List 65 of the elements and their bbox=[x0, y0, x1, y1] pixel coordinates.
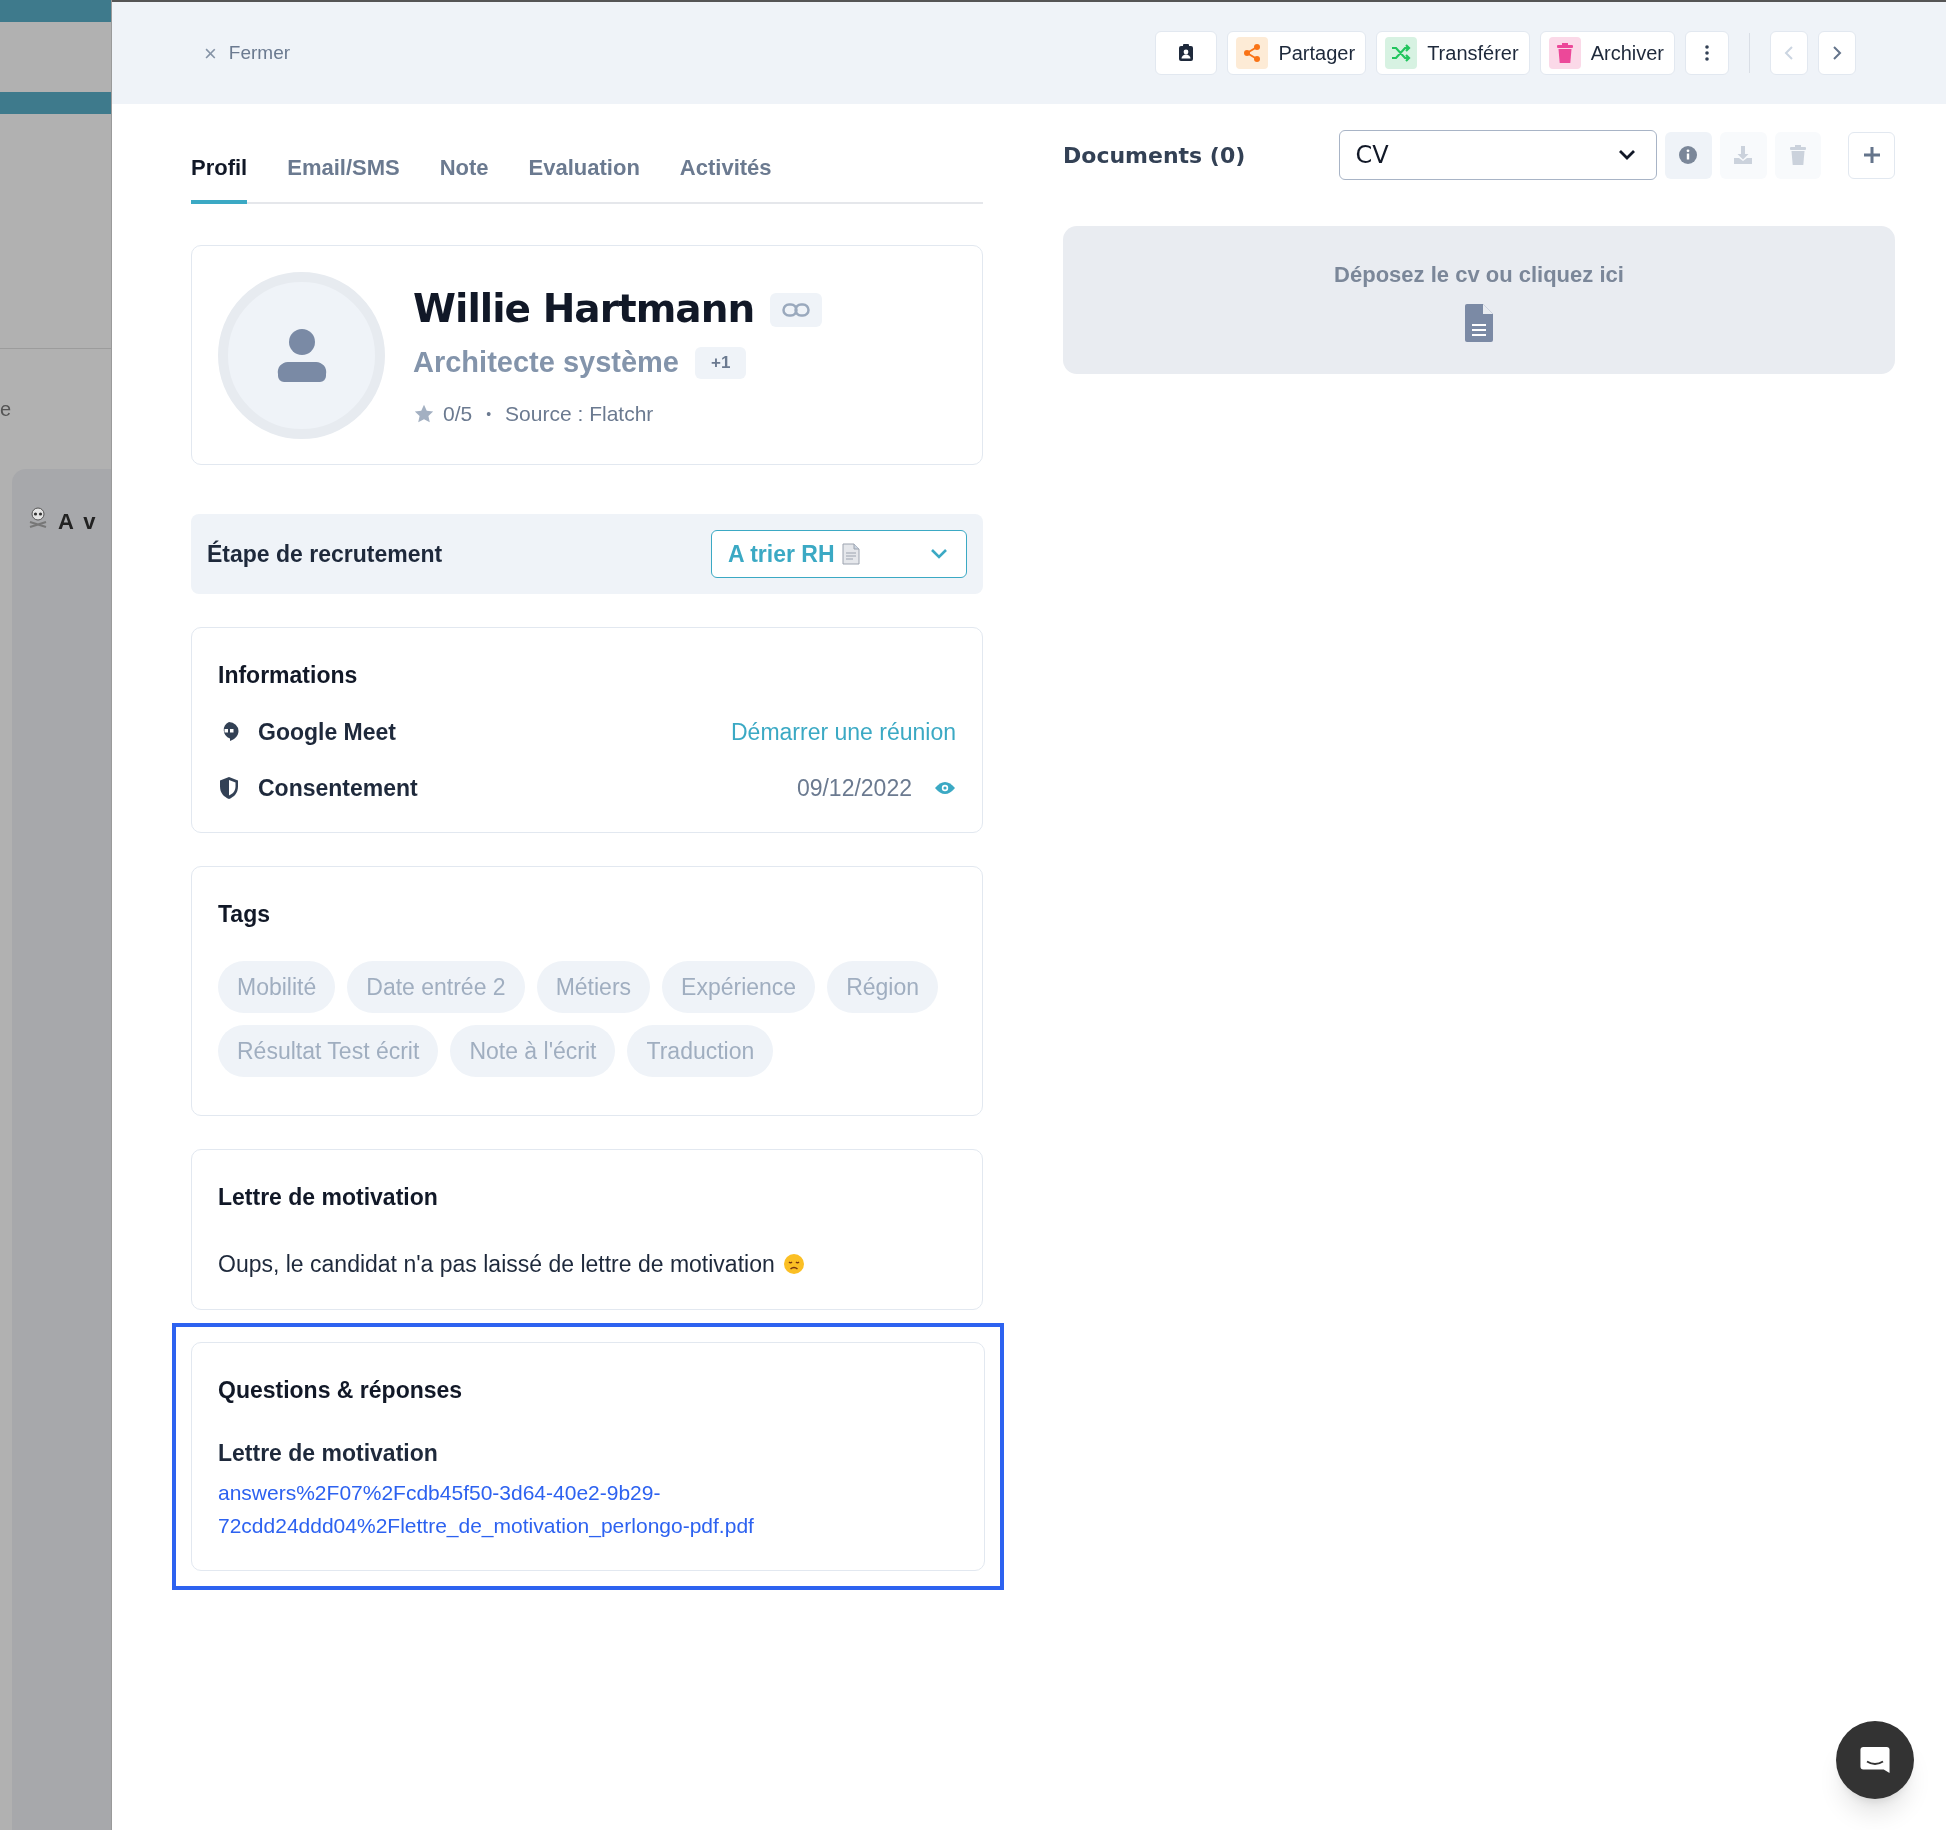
tag: Expérience bbox=[662, 961, 816, 1013]
document-icon bbox=[840, 543, 861, 565]
info-label: Consentement bbox=[258, 774, 418, 803]
info-icon bbox=[1678, 145, 1699, 165]
more-titles-badge: +1 bbox=[695, 346, 747, 379]
answer-link[interactable]: answers%2F07%2Fcdb45f50-3d64-40e2-9b29-72cdd24ddd04%2Flettre_de_motivation_perlongo-pdf.pdf bbox=[218, 1476, 958, 1542]
sad-face-icon bbox=[782, 1252, 805, 1275]
section-title: Tags bbox=[218, 899, 271, 929]
archive-button[interactable]: Archiver bbox=[1539, 31, 1675, 75]
file-icon bbox=[1464, 302, 1494, 343]
backdrop-text: A v bbox=[58, 508, 98, 536]
shield-icon bbox=[218, 776, 240, 801]
trash-icon bbox=[1788, 144, 1807, 166]
eye-icon bbox=[934, 781, 956, 796]
tab[interactable]: Evaluation bbox=[528, 134, 640, 204]
previous-button[interactable] bbox=[1770, 31, 1808, 75]
backdrop-text: e bbox=[0, 397, 12, 422]
plus-icon bbox=[1861, 145, 1882, 165]
documents-title: Documents (0) bbox=[1063, 141, 1247, 170]
contact-button[interactable] bbox=[1155, 31, 1218, 75]
share-button[interactable]: Partager bbox=[1227, 31, 1367, 75]
tab[interactable]: Activités bbox=[679, 134, 772, 204]
star-icon bbox=[413, 403, 435, 425]
cover-letter-text: Oups, le candidat n'a pas laissé de lettre de motivation bbox=[218, 1249, 775, 1279]
consent-date: 09/12/2022 bbox=[796, 774, 912, 803]
tag: Mobilité bbox=[218, 961, 336, 1013]
tag: Traduction bbox=[627, 1025, 774, 1077]
source-text: Source : Flatchr bbox=[505, 401, 654, 428]
stage-label: Étape de recrutement bbox=[207, 539, 443, 569]
candidate-name: Willie Hartmann bbox=[413, 285, 755, 334]
chevron-down-icon bbox=[1618, 149, 1636, 161]
question-label: Lettre de motivation bbox=[218, 1438, 439, 1468]
info-button[interactable] bbox=[1665, 131, 1712, 179]
job-title: Architecte système bbox=[413, 344, 679, 380]
copy-link-button[interactable] bbox=[770, 292, 823, 327]
download-icon bbox=[1732, 144, 1755, 166]
more-button[interactable] bbox=[1685, 31, 1729, 75]
info-label: Google Meet bbox=[258, 717, 396, 747]
separator-dot: • bbox=[486, 404, 492, 424]
chevron-down-icon bbox=[930, 548, 948, 560]
cv-dropzone[interactable]: Déposez le cv ou cliquez ici bbox=[1063, 226, 1895, 374]
tab[interactable]: Note bbox=[439, 134, 489, 204]
tag: Métiers bbox=[536, 961, 651, 1013]
chat-icon bbox=[1859, 1744, 1891, 1776]
start-meeting-link[interactable]: Démarrer une réunion bbox=[731, 714, 956, 749]
rating-text: 0/5 bbox=[443, 401, 473, 428]
next-button[interactable] bbox=[1818, 31, 1856, 75]
tab[interactable]: Profil bbox=[191, 134, 248, 204]
stage-select[interactable]: A trier RH bbox=[711, 530, 967, 578]
tag: Région bbox=[827, 961, 938, 1013]
section-title: Informations bbox=[218, 661, 359, 690]
tab[interactable]: Email/SMS bbox=[287, 134, 400, 204]
link-icon bbox=[782, 302, 811, 317]
close-button[interactable]: × Fermer bbox=[204, 36, 291, 70]
tag: Date entrée 2 bbox=[347, 961, 525, 1013]
view-button[interactable] bbox=[934, 781, 956, 796]
transfer-button[interactable]: Transférer bbox=[1376, 31, 1530, 75]
document-type-select[interactable]: CV bbox=[1338, 130, 1657, 180]
user-icon bbox=[275, 328, 328, 382]
tag: Note à l'écrit bbox=[450, 1025, 616, 1077]
add-button[interactable] bbox=[1848, 131, 1895, 179]
section-title: Questions & réponses bbox=[218, 1376, 464, 1405]
more-icon bbox=[1704, 44, 1710, 62]
tag: Résultat Test écrit bbox=[218, 1025, 439, 1077]
section-title: Lettre de motivation bbox=[218, 1183, 439, 1212]
